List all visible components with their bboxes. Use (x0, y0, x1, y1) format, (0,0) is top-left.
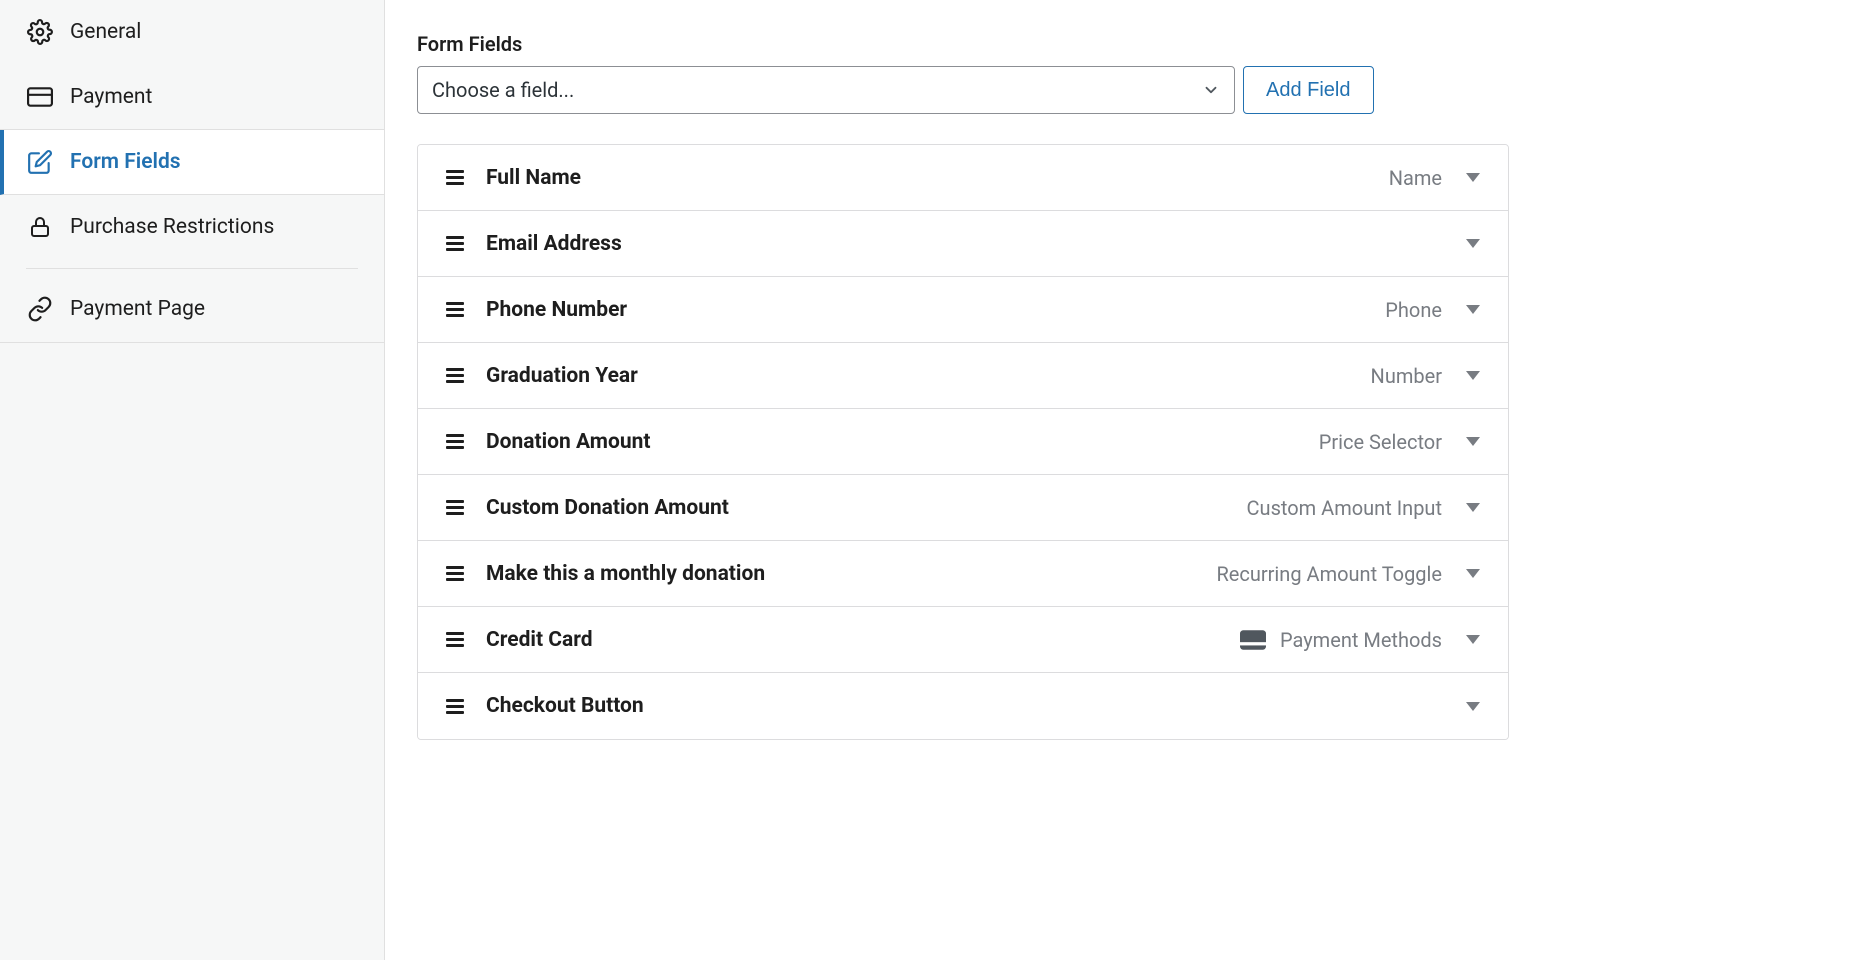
drag-handle-icon[interactable] (446, 368, 464, 383)
chevron-down-icon[interactable] (1466, 173, 1480, 182)
field-row[interactable]: Donation Amount Price Selector (418, 409, 1508, 475)
chevron-down-icon[interactable] (1466, 437, 1480, 446)
field-row[interactable]: Credit Card Payment Methods (418, 607, 1508, 673)
field-type: Payment Methods (1240, 628, 1442, 652)
sidebar-divider (26, 268, 358, 269)
drag-handle-icon[interactable] (446, 170, 464, 185)
field-row[interactable]: Phone Number Phone (418, 277, 1508, 343)
field-type: Price Selector (1319, 430, 1442, 454)
field-type: Custom Amount Input (1247, 496, 1442, 520)
drag-handle-icon[interactable] (446, 566, 464, 581)
chevron-down-icon[interactable] (1466, 371, 1480, 380)
sidebar-item-label: Form Fields (70, 150, 181, 174)
sidebar-item-purchase-restrictions[interactable]: Purchase Restrictions (0, 195, 384, 260)
field-type: Phone (1385, 298, 1442, 322)
chevron-down-icon[interactable] (1466, 503, 1480, 512)
field-label: Checkout Button (486, 694, 1442, 718)
drag-handle-icon[interactable] (446, 699, 464, 714)
sidebar-item-form-fields[interactable]: Form Fields (0, 130, 384, 195)
field-type-select[interactable]: Choose a field... (417, 66, 1235, 114)
drag-handle-icon[interactable] (446, 632, 464, 647)
drag-handle-icon[interactable] (446, 434, 464, 449)
sidebar-item-payment-page[interactable]: Payment Page (0, 277, 384, 342)
field-type: Number (1371, 364, 1442, 388)
field-label: Credit Card (486, 628, 1240, 652)
field-row[interactable]: Make this a monthly donation Recurring A… (418, 541, 1508, 607)
field-row[interactable]: Custom Donation Amount Custom Amount Inp… (418, 475, 1508, 541)
chevron-down-icon[interactable] (1466, 239, 1480, 248)
chevron-down-icon (1202, 81, 1220, 99)
main-content: Form Fields Choose a field... Add Field … (385, 0, 1876, 960)
sidebar-item-payment[interactable]: Payment (0, 65, 384, 130)
form-fields-list: Full Name Name Email Address Phone Numbe… (417, 144, 1509, 740)
sidebar-item-label: General (70, 20, 141, 44)
sidebar-item-label: Payment (70, 85, 152, 109)
field-label: Graduation Year (486, 364, 1371, 388)
settings-sidebar: General Payment Form Fields Purchase Res… (0, 0, 385, 960)
field-label: Email Address (486, 232, 1442, 256)
chevron-down-icon[interactable] (1466, 635, 1480, 644)
section-title: Form Fields (417, 32, 1844, 56)
add-field-button[interactable]: Add Field (1243, 66, 1374, 114)
drag-handle-icon[interactable] (446, 236, 464, 251)
card-icon (26, 83, 54, 111)
field-label: Full Name (486, 166, 1389, 190)
field-type: Name (1389, 166, 1442, 190)
field-row[interactable]: Checkout Button (418, 673, 1508, 739)
field-label: Make this a monthly donation (486, 562, 1216, 586)
sidebar-item-general[interactable]: General (0, 0, 384, 65)
field-label: Phone Number (486, 298, 1385, 322)
add-field-row: Choose a field... Add Field (417, 66, 1844, 114)
link-icon (26, 295, 54, 323)
lock-icon (26, 213, 54, 241)
edit-icon (26, 148, 54, 176)
field-label: Custom Donation Amount (486, 496, 1247, 520)
card-icon (1240, 630, 1266, 650)
drag-handle-icon[interactable] (446, 500, 464, 515)
chevron-down-icon[interactable] (1466, 702, 1480, 711)
field-row[interactable]: Graduation Year Number (418, 343, 1508, 409)
select-placeholder: Choose a field... (432, 78, 574, 102)
gear-icon (26, 18, 54, 46)
chevron-down-icon[interactable] (1466, 305, 1480, 314)
field-type: Recurring Amount Toggle (1216, 562, 1442, 586)
sidebar-item-label: Purchase Restrictions (70, 215, 274, 239)
chevron-down-icon[interactable] (1466, 569, 1480, 578)
field-row[interactable]: Full Name Name (418, 145, 1508, 211)
field-row[interactable]: Email Address (418, 211, 1508, 277)
sidebar-item-label: Payment Page (70, 297, 205, 321)
drag-handle-icon[interactable] (446, 302, 464, 317)
field-label: Donation Amount (486, 430, 1319, 454)
